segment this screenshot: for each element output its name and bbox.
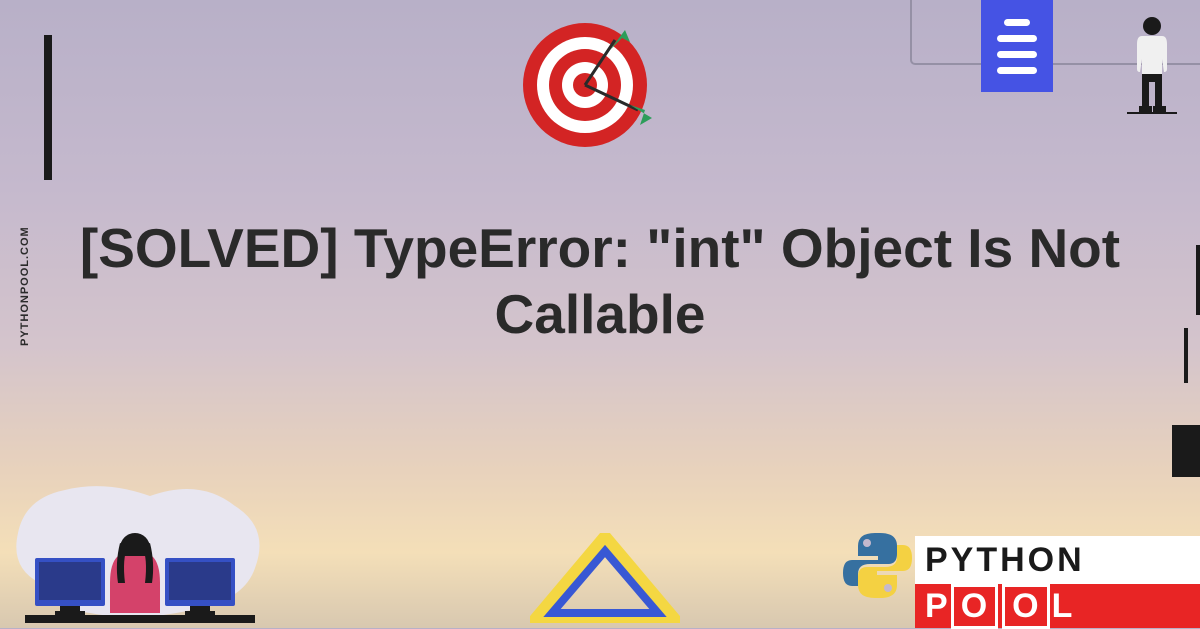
website-url: PYTHONPOOL.COM: [19, 226, 31, 346]
decorative-bar-right-3: [1172, 425, 1200, 477]
decorative-bar-left: [44, 35, 52, 180]
menu-icon: [981, 0, 1053, 92]
python-logo-icon: [840, 528, 915, 608]
article-title: [SOLVED] TypeError: "int" Object Is Not …: [0, 215, 1200, 347]
logo-line-1: PYTHON: [915, 536, 1200, 584]
triangle-icon: [530, 533, 680, 628]
python-pool-logo: PYTHON POOL: [915, 536, 1200, 628]
person-icon: [1127, 14, 1177, 134]
desk-illustration: [10, 468, 270, 628]
logo-line-2: POOL: [915, 584, 1200, 628]
target-dart-icon: [510, 10, 660, 165]
